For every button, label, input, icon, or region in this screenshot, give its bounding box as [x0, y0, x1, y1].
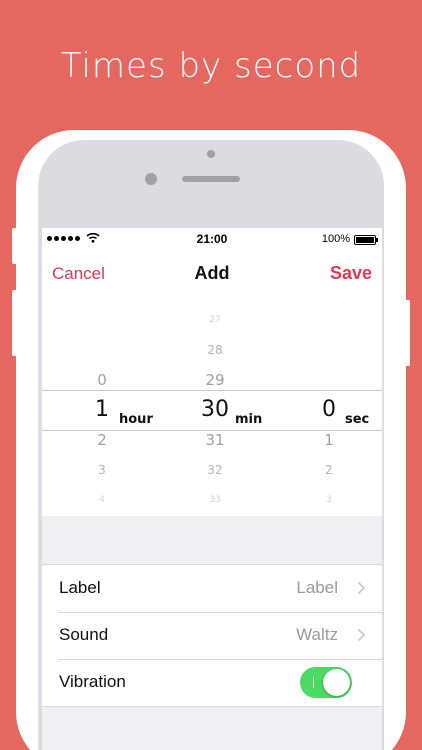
status-bar: 21:00 100%	[42, 228, 382, 250]
settings-row-label[interactable]: Label Label	[42, 565, 382, 612]
minutes-wheel[interactable]: 27 28 29 30 31 32 33	[190, 296, 240, 516]
navigation-bar: Cancel Add Save	[42, 250, 382, 296]
hours-unit-label: hour	[119, 412, 153, 427]
hours-wheel[interactable]: 01234	[72, 296, 132, 516]
chevron-right-icon	[357, 628, 366, 642]
settings-row-label: Label	[59, 578, 101, 597]
seconds-wheel-option[interactable]: 3	[304, 495, 354, 505]
settings-row-label: Vibration	[59, 672, 126, 691]
battery-icon	[354, 235, 378, 245]
settings-row-sound[interactable]: Sound Waltz	[42, 612, 382, 659]
minutes-wheel-option[interactable]: 31	[190, 431, 240, 449]
front-camera	[145, 173, 157, 185]
seconds-wheel[interactable]: 0123	[304, 296, 354, 516]
minutes-wheel-option[interactable]: 33	[190, 495, 240, 505]
vibration-toggle[interactable]	[300, 667, 352, 698]
time-picker[interactable]: 01234 27 28 29 30 31 32 33 0123 hour min sec	[42, 296, 382, 516]
minutes-wheel-option[interactable]: 29	[190, 371, 240, 389]
cancel-button[interactable]: Cancel	[52, 264, 105, 284]
minutes-wheel-option[interactable]: 27	[190, 315, 240, 325]
toggle-on-indicator	[313, 677, 314, 688]
save-button[interactable]: Save	[330, 263, 372, 284]
hours-wheel-option[interactable]: 2	[72, 431, 132, 449]
minutes-selected-value[interactable]: 30	[190, 397, 240, 422]
app-screen: 21:00 100% Cancel Add Save 0 1 2 3 4 27 28 29 3…	[42, 228, 382, 750]
seconds-unit-label: sec	[345, 412, 370, 427]
battery-percentage: 100%	[321, 233, 350, 245]
minutes-wheel-option[interactable]: 28	[190, 343, 240, 357]
proximity-sensor	[207, 150, 215, 158]
minutes-wheel-option[interactable]: 32	[190, 463, 240, 477]
headline: Times by second	[60, 46, 362, 86]
hours-wheel-option[interactable]: 3	[72, 463, 132, 477]
settings-row-label: Sound	[59, 625, 109, 644]
minutes-unit-label: min	[235, 412, 263, 427]
settings-row-vibration[interactable]: Vibration	[42, 659, 382, 706]
earpiece-speaker	[182, 176, 240, 182]
settings-list: Label Label Sound Waltz Vibration	[42, 564, 382, 707]
settings-row-value: Label	[296, 578, 338, 597]
chevron-right-icon	[357, 581, 366, 595]
seconds-wheel-option[interactable]: 2	[304, 463, 354, 477]
hours-wheel-option[interactable]: 0	[72, 371, 132, 389]
toggle-knob[interactable]	[323, 669, 350, 696]
hours-wheel-option[interactable]: 4	[72, 495, 132, 505]
seconds-wheel-option[interactable]: 1	[304, 431, 354, 449]
settings-row-value: Waltz	[296, 625, 338, 644]
